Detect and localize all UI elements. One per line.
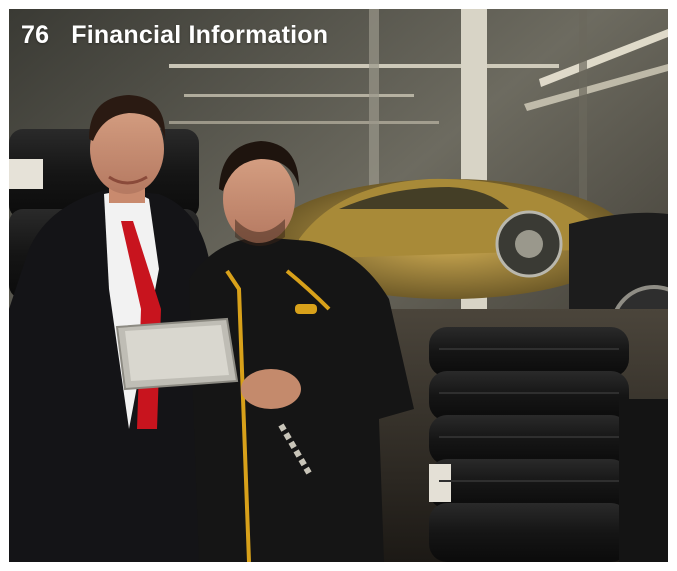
ceiling-light bbox=[184, 94, 414, 97]
car-hub bbox=[515, 230, 543, 258]
page-title: Financial Information bbox=[71, 21, 329, 49]
photo-frame: 76 Financial Information bbox=[9, 9, 668, 562]
tablet-back bbox=[125, 325, 229, 381]
page-number: 76 bbox=[21, 21, 50, 49]
showroom-photo bbox=[9, 9, 668, 562]
ceiling-light bbox=[169, 64, 559, 68]
page-header: 76 Financial Information bbox=[21, 21, 328, 50]
tyre-label bbox=[429, 464, 451, 502]
ceiling-light bbox=[169, 121, 439, 124]
tablet bbox=[115, 317, 239, 391]
badge bbox=[295, 304, 317, 314]
technician-hand bbox=[241, 369, 301, 409]
tyre-label bbox=[9, 159, 43, 189]
